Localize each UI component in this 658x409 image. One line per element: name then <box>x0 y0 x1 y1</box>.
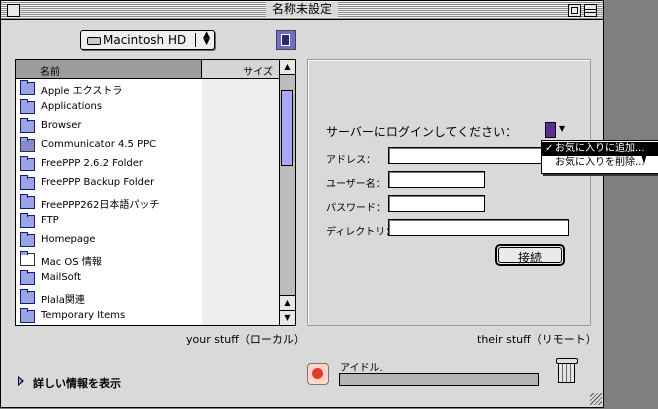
list-item-label: FreePPP262日本語パッチ <box>41 200 160 211</box>
zoom-box[interactable] <box>568 4 581 17</box>
scroll-up-arrow-icon[interactable]: ▲ <box>280 60 295 75</box>
list-item-label: Communicator 4.5 PPC <box>41 139 157 150</box>
list-item[interactable]: FreePPP262日本語パッチ <box>16 193 279 212</box>
list-item-label: FreePPP 2.6.2 Folder <box>41 158 144 169</box>
address-field[interactable] <box>388 147 543 164</box>
disclosure-triangle-icon[interactable] <box>18 376 24 386</box>
folder-icon <box>20 175 35 190</box>
folder-icon <box>20 308 35 323</box>
scroll-down-arrow-icon[interactable]: ▼ <box>280 310 295 325</box>
list-item-label: Apple エクストラ <box>41 86 123 97</box>
size-column-header[interactable]: サイズ <box>202 60 279 79</box>
list-item[interactable]: Communicator 4.5 PPC <box>16 136 279 155</box>
hard-disk-icon <box>87 37 101 45</box>
window-title: 名称未設定 <box>265 2 339 17</box>
login-prompt: サーバーにログインしてください： <box>326 125 518 139</box>
remote-panel <box>307 59 591 326</box>
folder-icon <box>20 232 35 247</box>
list-item[interactable]: FTP <box>16 212 279 231</box>
title-bar[interactable]: 名称未設定 <box>1 1 603 20</box>
popup-divider <box>195 33 196 47</box>
favorites-menu: ✓ お気に入りに追加... お気に入りを削除... <box>541 140 658 174</box>
list-item[interactable]: MailSoft <box>16 269 279 288</box>
folder-icon <box>20 156 35 171</box>
list-item-label: MailSoft <box>41 272 82 283</box>
local-file-list[interactable]: 名前 サイズ Apple エクストラ Applications Browser Com… <box>15 59 296 326</box>
folder-icon <box>20 99 35 114</box>
application-icon <box>20 137 35 152</box>
menu-item-remove-favorite[interactable]: お気に入りを削除... <box>542 156 658 170</box>
stop-button[interactable] <box>307 363 329 385</box>
directory-label: ディレクトリ： <box>326 227 396 238</box>
list-item-label: Temporary Items <box>41 310 126 321</box>
list-item-label: Mac OS 情報 <box>41 257 102 268</box>
special-folder-icon <box>20 80 35 95</box>
username-field[interactable] <box>388 171 485 188</box>
password-label: パスワード： <box>326 203 386 214</box>
list-item-label: Homepage <box>41 234 96 245</box>
desktop-button[interactable] <box>276 30 296 50</box>
folder-icon <box>20 213 35 228</box>
favorites-button[interactable]: ▼ <box>543 121 567 138</box>
password-field[interactable] <box>388 195 485 212</box>
list-item-label: FreePPP Backup Folder <box>41 177 155 188</box>
chevron-down-icon: ▼ <box>559 124 566 133</box>
volume-label: Macintosh HD <box>103 33 187 47</box>
list-item[interactable]: Apple エクストラ <box>16 79 279 98</box>
list-item[interactable]: FreePPP 2.6.2 Folder <box>16 155 279 174</box>
scroll-up-arrow-lower-icon[interactable]: ▲ <box>280 295 295 310</box>
list-item[interactable]: Browser <box>16 117 279 136</box>
folder-icon <box>20 118 35 133</box>
document-icon <box>20 251 35 266</box>
folder-icon <box>20 194 35 209</box>
list-item[interactable]: Temporary Items <box>16 307 279 325</box>
list-item[interactable]: FreePPP Backup Folder <box>16 174 279 193</box>
connect-button[interactable]: 接続 <box>495 244 565 266</box>
details-toggle[interactable]: 詳しい情報を表示 <box>33 375 121 391</box>
volume-popup[interactable]: Macintosh HD ▲ ▼ <box>80 30 215 50</box>
checkmark-icon: ✓ <box>545 143 554 154</box>
connect-label: 接続 <box>517 251 542 265</box>
list-item[interactable]: Plala関連 <box>16 288 279 307</box>
file-rows: Apple エクストラ Applications Browser Communicat… <box>16 79 279 325</box>
address-label: アドレス： <box>326 155 376 166</box>
username-label: ユーザー名： <box>326 179 386 190</box>
list-item[interactable]: Applications <box>16 98 279 117</box>
list-item[interactable]: Homepage <box>16 231 279 250</box>
resize-grip-icon[interactable] <box>590 393 602 405</box>
collapse-box[interactable] <box>584 4 597 17</box>
vertical-scrollbar[interactable]: ▲ ▲ ▼ <box>279 60 295 325</box>
list-item-label: Plala関連 <box>41 295 85 306</box>
close-box[interactable] <box>7 4 20 17</box>
list-item-label: FTP <box>41 215 59 226</box>
folder-icon <box>20 270 35 285</box>
book-icon <box>545 122 556 138</box>
list-item-label: Applications <box>41 101 103 112</box>
scroll-track[interactable] <box>280 75 295 295</box>
list-item[interactable]: Mac OS 情報 <box>16 250 279 269</box>
local-caption: your stuff（ローカル） <box>186 333 305 346</box>
status-text: アイドル. <box>340 363 383 374</box>
list-item-label: Browser <box>41 120 82 131</box>
trash-icon[interactable] <box>556 356 578 383</box>
directory-field[interactable] <box>388 219 569 236</box>
remote-caption: their stuff（リモート） <box>477 333 597 346</box>
folder-icon <box>20 289 35 304</box>
progress-bar <box>339 373 539 386</box>
up-down-arrows-icon: ▲ ▼ <box>203 30 210 47</box>
name-column-header[interactable]: 名前 <box>16 60 202 79</box>
scroll-thumb[interactable] <box>281 90 293 166</box>
